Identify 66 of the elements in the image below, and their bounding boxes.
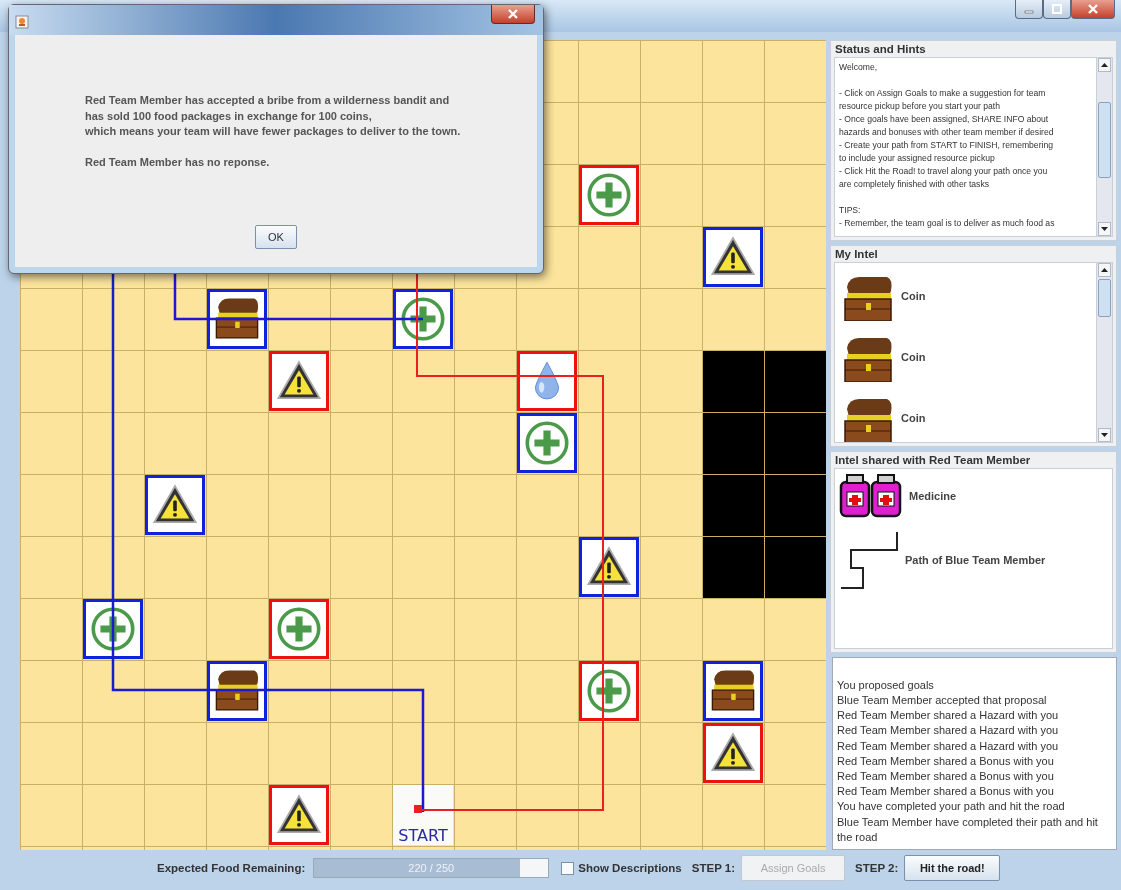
blocked-cell (703, 475, 764, 536)
medicine-bottles-icon (839, 471, 903, 520)
log-line: Red Team Member shared a Bonus with you (837, 769, 1055, 784)
scroll-up-icon[interactable] (1101, 63, 1108, 67)
scrollbar[interactable] (1096, 58, 1112, 236)
close-button[interactable] (1071, 0, 1115, 19)
maximize-icon (1051, 4, 1063, 14)
hit-the-road-button[interactable]: Hit the road! (904, 855, 1001, 881)
hint-text: resource pickup before you start your path (839, 100, 1001, 113)
hint-text: - Once goals have been assigned, SHARE INFO about (839, 113, 1050, 126)
log-line: Blue Team Member accepted that proposal (837, 692, 1048, 708)
hint-text: hazards and bonuses with other team member if desired (839, 126, 1055, 139)
blocked-cell (765, 475, 826, 536)
blocked-cell (703, 413, 764, 474)
step-label: STEP 2: (855, 862, 899, 874)
scroll-down-icon[interactable] (1101, 226, 1108, 231)
app-icon (15, 15, 29, 29)
log-line: Blue Team Member have completed their path and hit the road (837, 814, 1099, 845)
blocked-cell (703, 537, 764, 598)
close-button[interactable] (491, 5, 535, 24)
hint-text: - Create your path from START to FINISH, remembering (839, 139, 1054, 152)
route-marker (414, 805, 422, 813)
log-line: Red Team Member shared a Bonus with you (837, 784, 1055, 800)
step-label: STEP 1: (691, 862, 736, 874)
section-title: Intel shared with Red Team Member (834, 452, 1032, 468)
blocked-cell (703, 351, 764, 412)
scroll-up-icon[interactable] (1101, 267, 1108, 272)
intel-label: Path of Blue Team Member (905, 553, 1046, 566)
blocked-cell (765, 351, 826, 412)
minimize-button[interactable] (1015, 0, 1043, 19)
log-line: Red Team Member shared a Hazard with you (837, 738, 1060, 754)
dialog-message: Red Team Member has accepted a bribe from a wilderness bandit and has sold 100 food packages in exchange for 100 coins, which means your team will have fewer packages to deliver to the town. Red Team Member has no reponse. (85, 93, 461, 170)
ok-button[interactable]: OK (255, 225, 297, 249)
hint-text: are completely finished with other tasks (839, 178, 990, 191)
intel-label: Coin (901, 412, 926, 425)
close-icon (507, 9, 519, 19)
intel-label: Coin (901, 290, 926, 303)
blocked-cell (765, 413, 826, 474)
log-line: Red Team Member shared a Hazard with you (837, 723, 1060, 739)
progress-reading: 220 / 250 (407, 862, 456, 874)
path-drawing (839, 529, 899, 590)
start-tile: START (393, 785, 453, 845)
hint-text: TIPS: (839, 204, 862, 217)
scroll-thumb[interactable] (1098, 102, 1111, 178)
checkbox-label: Show Descriptions (578, 862, 682, 874)
scroll-thumb[interactable] (1098, 278, 1111, 317)
log-line: You have completed your path and hit the road (837, 799, 1066, 815)
scroll-down-icon[interactable] (1101, 432, 1108, 437)
section-title: Status and Hints (834, 42, 927, 57)
hint-text: Welcome, (839, 61, 879, 74)
hint-text: - Click Hit the Road! to travel along your path once you (839, 165, 1049, 178)
log-line: Red Team Member shared a Hazard with you (837, 708, 1060, 724)
maximize-button[interactable] (1043, 0, 1071, 19)
intel-label: Medicine (909, 489, 957, 502)
section-title: My Intel (834, 246, 879, 262)
blocked-cell (765, 537, 826, 598)
log-line: You proposed goals (837, 677, 935, 693)
close-icon (1087, 4, 1099, 14)
scrollbar[interactable] (1096, 262, 1112, 442)
log-line: Red Team Member shared a Bonus with you (837, 753, 1055, 769)
food-label: Expected Food Remaining: (157, 862, 306, 874)
hint-text: - Click on Assign Goals to make a suggestion for team (839, 87, 1047, 100)
intel-label: Coin (901, 351, 926, 364)
hint-text: to include your assigned resource pickup (839, 152, 996, 165)
checkbox[interactable] (561, 861, 575, 875)
hint-text: - Remember, the team goal is to deliver as much food as (839, 217, 1056, 230)
